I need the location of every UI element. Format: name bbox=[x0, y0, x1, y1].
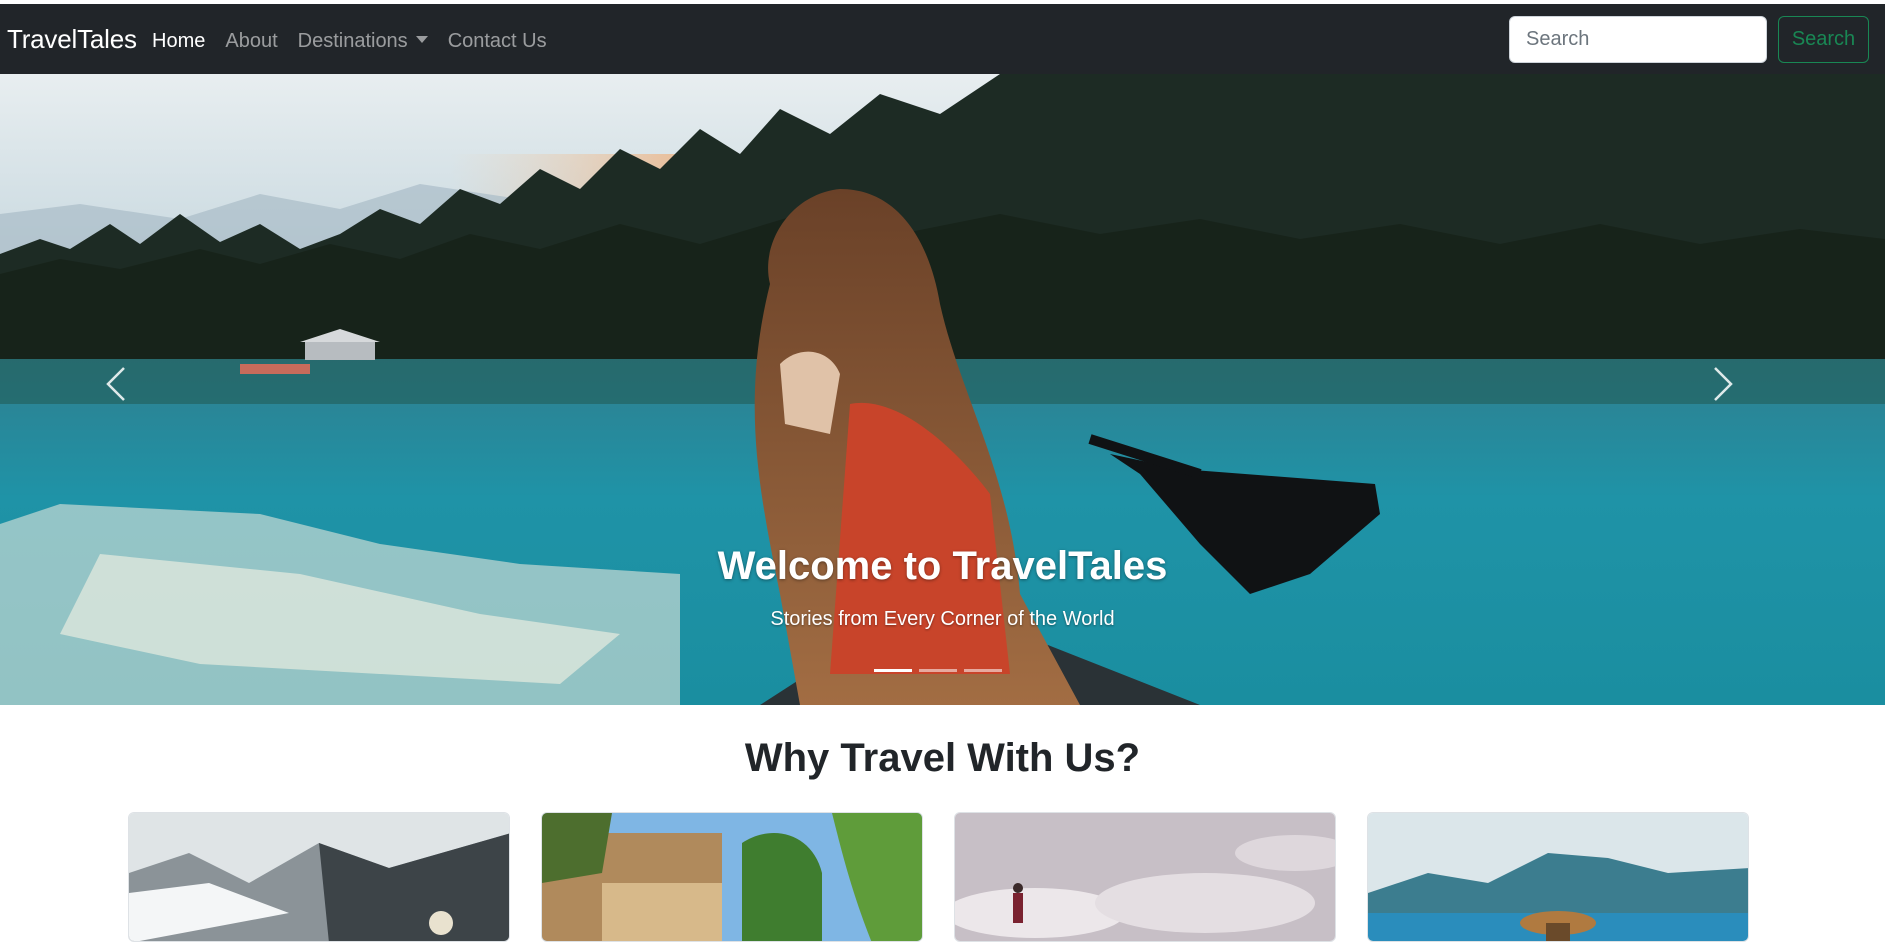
carousel-prev-button[interactable] bbox=[104, 364, 164, 424]
hero-subtitle: Stories from Every Corner of the World bbox=[770, 608, 1115, 630]
chevron-right-icon bbox=[1714, 367, 1733, 401]
card-image-villa-garden bbox=[542, 813, 922, 941]
section-title: Why Travel With Us? bbox=[744, 736, 1141, 780]
feature-card[interactable] bbox=[541, 812, 923, 942]
carousel-indicator-2[interactable] bbox=[919, 669, 957, 672]
card-image-beach-person bbox=[955, 813, 1335, 941]
brand-logo[interactable]: TravelTales bbox=[7, 24, 137, 55]
carousel-next-button[interactable] bbox=[1711, 364, 1771, 424]
nav-link-contact[interactable]: Contact Us bbox=[448, 30, 547, 53]
hero-carousel: Welcome to TravelTales Stories from Ever… bbox=[0, 74, 1885, 705]
carousel-indicator-3[interactable] bbox=[964, 669, 1002, 672]
search-input[interactable] bbox=[1509, 16, 1767, 63]
card-image-mountain-lake bbox=[129, 813, 509, 941]
chevron-left-icon bbox=[106, 367, 125, 401]
carousel-indicators bbox=[874, 669, 1002, 672]
feature-card[interactable] bbox=[1367, 812, 1749, 942]
nav-link-destinations[interactable]: Destinations bbox=[298, 30, 428, 53]
nav-link-home[interactable]: Home bbox=[152, 30, 205, 53]
nav-links: Home About Destinations Contact Us bbox=[152, 30, 567, 53]
feature-card[interactable] bbox=[954, 812, 1336, 942]
caret-down-icon bbox=[415, 36, 428, 43]
nav-link-destinations-label: Destinations bbox=[297, 30, 408, 52]
search-button[interactable]: Search bbox=[1778, 16, 1869, 63]
carousel-indicator-1[interactable] bbox=[874, 669, 912, 672]
feature-card[interactable] bbox=[128, 812, 510, 942]
hero-title: Welcome to TravelTales bbox=[717, 544, 1168, 588]
nav-link-about[interactable]: About bbox=[225, 30, 277, 53]
navbar: TravelTales Home About Destinations Cont… bbox=[0, 4, 1885, 74]
card-image-sea-view bbox=[1368, 813, 1748, 941]
